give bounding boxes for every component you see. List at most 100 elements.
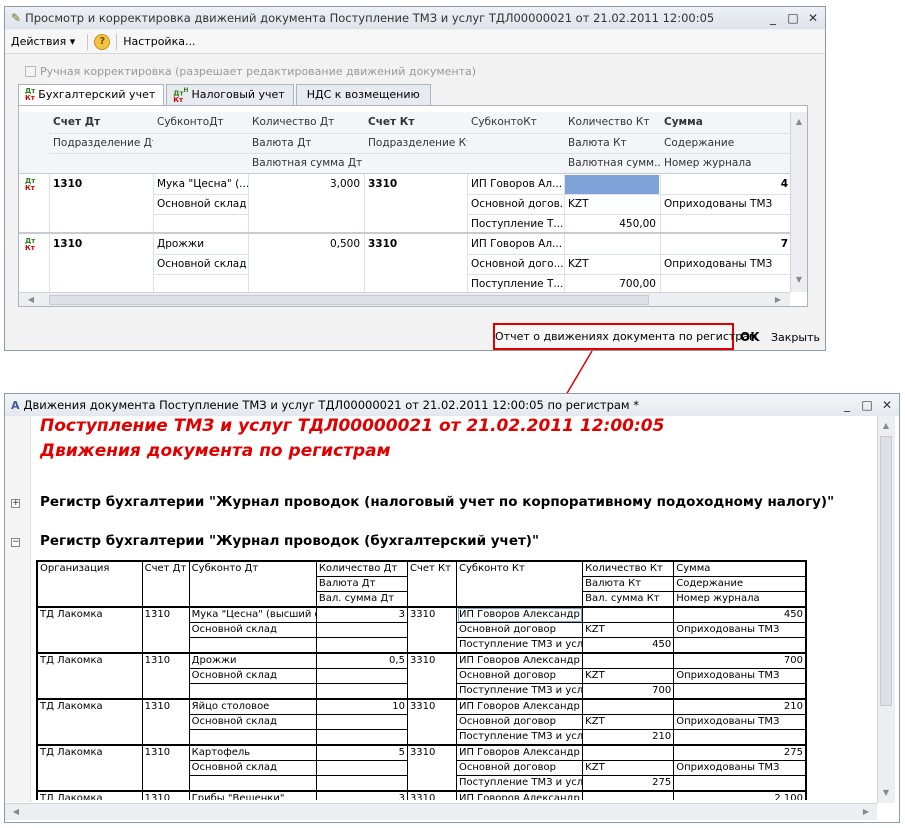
scroll-right-icon[interactable]: ▶ [770,292,786,306]
ok-button[interactable]: OK [740,330,760,344]
row-summa[interactable]: 7 [660,234,790,254]
cell-subkonto-kt[interactable]: ИП Говоров Александр [455,606,584,623]
tab-accounting-label: Бухгалтерский учет [38,88,156,101]
cell-org: ТД Лакомка [36,606,143,654]
header-subkonto-kt[interactable]: СубконтоКт [467,112,564,132]
actions-menu[interactable]: Действия ▾ [11,35,75,48]
cell-val-dt [315,760,408,776]
cell-val-kt: KZT [582,760,675,776]
row-kol-dt[interactable]: 0,500 [248,234,364,254]
correction-window-titlebar[interactable]: ✎ Просмотр и корректировка движений доку… [5,7,825,29]
cell-val-kt: KZT [582,668,675,684]
header-schet-kt[interactable]: Счет Кт [364,112,467,132]
row-kol-dt[interactable]: 3,000 [248,174,364,194]
row-valsum-kt[interactable]: 450,00 [564,214,660,234]
report-window-titlebar[interactable]: A Движения документа Поступление ТМЗ и у… [5,394,899,416]
row-subkonto-kt-3[interactable]: Поступление Т... [467,214,564,234]
scroll-up-icon[interactable]: ▲ [791,114,807,130]
manual-correction-checkbox-row[interactable]: Ручная корректировка (разрешает редактир… [25,65,476,78]
header-subkonto-dt[interactable]: СубконтоДт [153,112,248,132]
row-subkonto-dt-2[interactable]: Основной склад [153,254,248,274]
row-schet-kt[interactable]: 3310 [364,174,467,194]
row-subkonto-kt[interactable]: ИП Говоров Ал... [467,174,564,194]
row-subkonto-kt-2[interactable]: Основной дого... [467,254,564,274]
collapse-icon[interactable]: − [11,538,20,547]
row-subkonto-kt-3[interactable]: Поступление Т... [467,274,564,294]
header-schet-dt[interactable]: Счет Дт [49,112,153,132]
register-tabs: Дт Кт Бухгалтерский учет ДтН Кт Налоговый … [18,84,433,106]
row-schet-kt[interactable]: 3310 [364,234,467,254]
expand-icon[interactable]: + [11,499,20,508]
tab-accounting[interactable]: Дт Кт Бухгалтерский учет [18,84,165,106]
scroll-left-icon[interactable]: ◀ [23,292,39,306]
cell-subkonto-kt-2: Основной договор [455,760,584,776]
scroll-down-icon[interactable]: ▼ [878,785,894,801]
dt-kt-icon: Дт Кт [25,177,36,192]
header-val-dt[interactable]: Валюта Дт [248,133,364,153]
scroll-right-icon[interactable]: ▶ [858,804,874,820]
minimize-icon[interactable]: _ [765,10,781,26]
row-val-kt[interactable]: KZT [564,254,660,274]
scroll-down-icon[interactable]: ▼ [791,272,807,288]
report-document-icon: A [11,398,20,412]
scroll-thumb-vertical[interactable] [880,436,892,706]
header-summa[interactable]: Сумма [660,112,790,132]
cell-subkonto-dt: Яйцо столовое [188,698,317,715]
help-icon[interactable]: ? [94,33,111,50]
close-button[interactable]: Закрыть [771,331,820,344]
close-icon[interactable]: ✕ [879,397,895,413]
scroll-up-icon[interactable]: ▲ [878,418,894,434]
report-horizontal-scrollbar[interactable] [5,803,877,820]
row-subkonto-dt-2[interactable]: Основной склад [153,194,248,214]
row-schet-dt[interactable]: 1310 [49,174,153,194]
close-icon[interactable]: ✕ [805,10,821,26]
scroll-thumb-horizontal[interactable] [49,295,649,305]
th-valsum-dt: Вал. сумма Дт [315,591,408,608]
row-valsum-kt[interactable]: 700,00 [564,274,660,294]
row-kol-kt-selected[interactable] [565,175,659,195]
cell-summa: 450 [673,606,807,623]
th-subkonto-kt: Субконто Кт [455,560,584,608]
cell-org: ТД Лакомка [36,744,143,792]
cell-subkonto-kt-3: Поступление ТМЗ и усл [455,775,584,792]
row-soderzhanie[interactable]: Оприходованы ТМЗ [660,254,790,274]
row-val-kt[interactable]: KZT [564,194,660,214]
row-subkonto-dt[interactable]: Мука "Цесна" (... [153,174,248,194]
header-soderzhanie[interactable]: Содержание [660,133,790,153]
cell-kol-dt: 5 [315,744,408,761]
cell-valsum-dt [315,683,408,700]
header-nomer-zhurnala[interactable]: Номер журнала [660,153,790,173]
cell-subkonto-dt-2: Основной склад [188,760,317,776]
grid-vertical-scrollbar[interactable] [790,112,807,292]
cell-empty [188,683,317,700]
minimize-icon[interactable]: _ [839,397,855,413]
row-summa[interactable]: 4 [660,174,790,194]
header-podr-dt[interactable]: Подразделение Дт [49,133,153,153]
header-val-kt[interactable]: Валюта Кт [564,133,660,153]
header-valsum-dt[interactable]: Валютная сумма Дт [248,153,364,173]
header-kol-dt[interactable]: Количество Дт [248,112,364,132]
report-button[interactable]: Отчет о движениях документа по регистрам [493,323,757,350]
cell-subkonto-kt-2: Основной договор [455,714,584,730]
tab-tax[interactable]: ДтН Кт Налоговый учет [166,84,294,105]
cell-kol-kt [582,652,675,669]
header-kol-kt[interactable]: Количество Кт [564,112,660,132]
maximize-icon[interactable]: □ [859,397,875,413]
manual-correction-checkbox[interactable] [25,66,36,77]
settings-button[interactable]: Настройка... [123,35,195,48]
header-valsum-kt[interactable]: Валютная сумм... [564,153,660,173]
tab-vat[interactable]: НДС к возмещению [295,84,431,105]
cell-schet-dt: 1310 [141,652,190,700]
row-subkonto-kt-2[interactable]: Основной догов... [467,194,564,214]
row-schet-dt[interactable]: 1310 [49,234,153,254]
cell-summa: 2 100 [673,790,807,800]
row-subkonto-dt[interactable]: Дрожжи [153,234,248,254]
cell-valsum-kt: 450 [582,637,675,654]
cell-subkonto-dt: Мука "Цесна" (высший с [188,606,317,623]
row-soderzhanie[interactable]: Оприходованы ТМЗ [660,194,790,214]
toolbar-separator [116,33,118,50]
header-podr-kt[interactable]: Подразделение Кт [364,133,467,153]
maximize-icon[interactable]: □ [785,10,801,26]
scroll-left-icon[interactable]: ◀ [8,804,24,820]
row-subkonto-kt[interactable]: ИП Говоров Ал... [467,234,564,254]
